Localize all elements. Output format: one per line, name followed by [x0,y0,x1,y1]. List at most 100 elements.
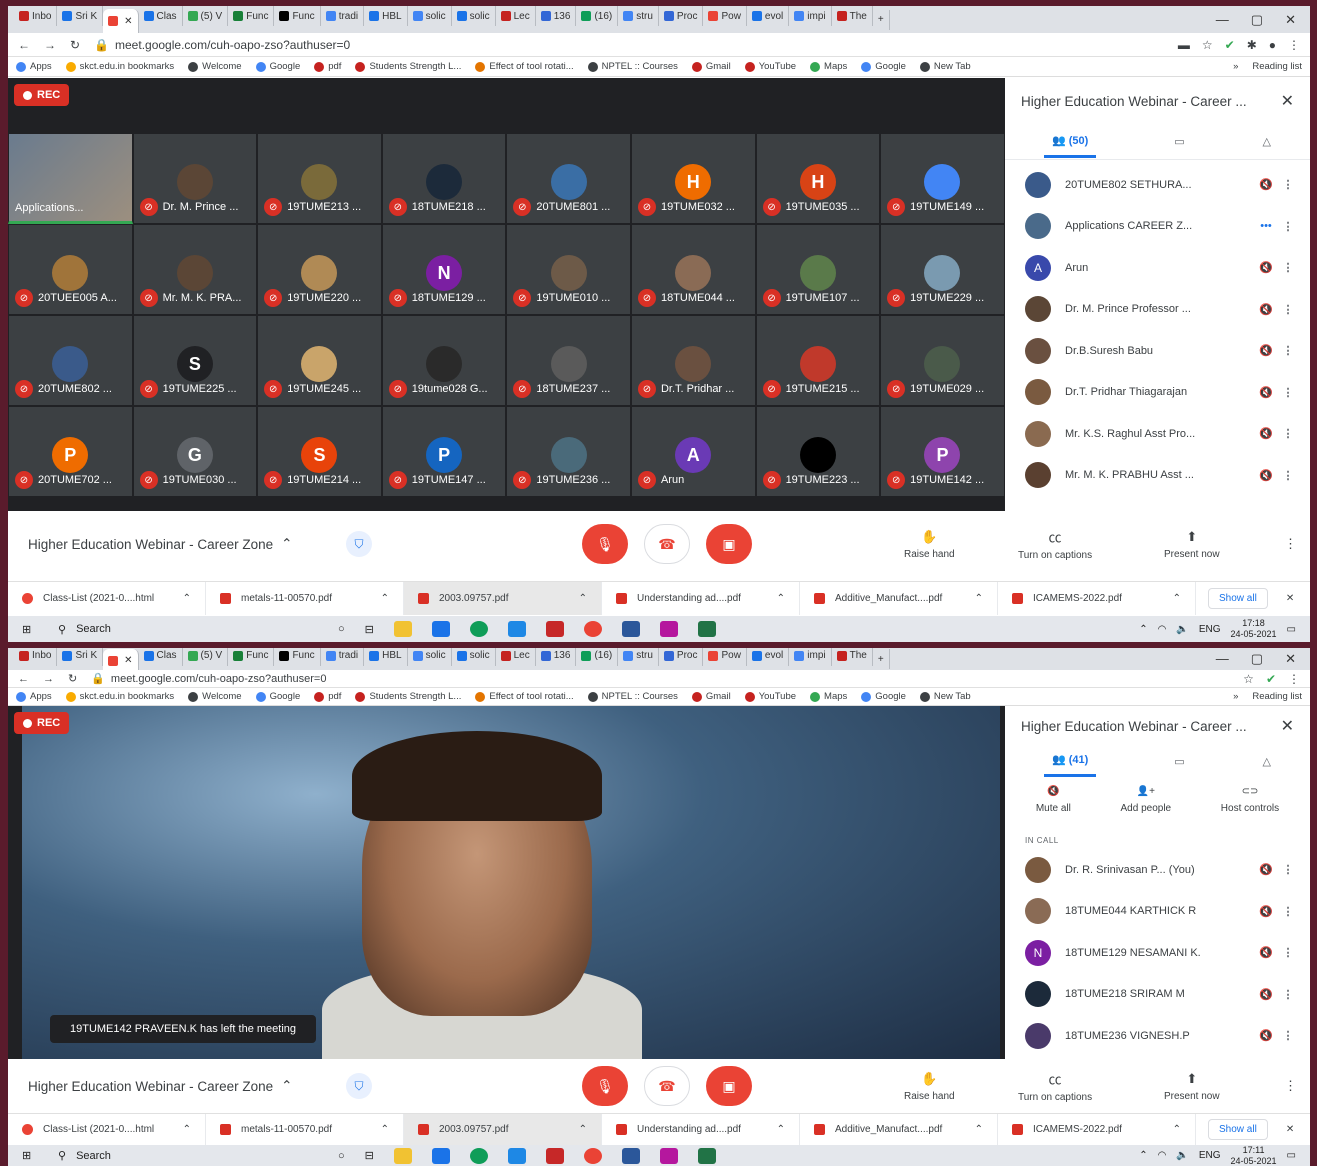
check-extension-icon[interactable]: ✔ [1266,672,1276,686]
chevron-up-icon[interactable]: ⌃ [975,1124,983,1135]
browser-tab[interactable]: Func [274,6,321,26]
participant-tile[interactable]: ⊘ 19TUME220 ... [257,224,382,315]
close-panel-icon[interactable]: ✕ [1281,716,1294,736]
browser-tab[interactable]: Proc [659,6,704,26]
participant-tile[interactable]: P ⊘ 20TUME702 ... [8,406,133,497]
chevron-up-icon[interactable]: ⌃ [381,593,389,604]
more-options-icon[interactable]: ⋮ [1280,303,1296,316]
download-item[interactable]: Additive_Manufact....pdf ⌃ [800,1114,998,1145]
close-panel-icon[interactable]: ✕ [1281,91,1294,111]
star-icon[interactable]: ☆ [1202,38,1213,52]
app-icon[interactable] [659,621,678,637]
camera-icon[interactable]: ▬ [1178,38,1190,52]
activities-icon[interactable]: △ [1263,755,1271,768]
file-explorer-icon[interactable] [393,1147,412,1164]
participant-tile[interactable]: ⊘ 19TUME107 ... [755,224,881,315]
browser-tab[interactable]: Pow [703,648,747,666]
more-bookmarks-chevron[interactable]: » [1233,61,1238,72]
camera-toggle-button[interactable]: ▣ [706,1066,752,1106]
add-people-button[interactable]: 👤+ Add people [1121,786,1172,814]
participant-tile[interactable]: ⊘ 18TUME044 ... [630,224,756,315]
app-icon[interactable] [659,1147,678,1164]
cortana-icon[interactable]: ○ [338,1150,345,1162]
excel-icon[interactable] [697,1147,716,1164]
browser-tab[interactable]: (16) [576,648,619,666]
notifications-icon[interactable]: ▭ [1287,1150,1296,1161]
bookmark-item[interactable]: Gmail [691,61,731,72]
captions-button[interactable]: ㏄ Turn on captions [1018,527,1092,561]
language-indicator[interactable]: ENG [1199,1150,1221,1161]
word-icon[interactable] [621,1147,640,1164]
more-options-icon[interactable]: ⋮ [1280,220,1296,233]
browser-tab[interactable]: ✕ [103,9,139,33]
more-bookmarks-chevron[interactable]: » [1233,691,1238,702]
browser-tab[interactable]: impi [789,6,832,26]
bookmark-item[interactable]: Google [255,61,300,72]
reload-icon[interactable]: ↻ [68,672,77,685]
word-icon[interactable] [621,621,640,637]
more-options-icon[interactable]: ⋮ [1280,1029,1296,1042]
browser-tab[interactable]: Sri K [57,648,104,666]
browser-tab[interactable]: (5) V [183,648,229,666]
bookmark-item[interactable]: Google [861,691,906,702]
more-options-icon[interactable]: ⋮ [1280,905,1296,918]
bookmark-item[interactable]: skct.edu.in bookmarks [65,691,174,702]
more-options-icon[interactable]: ⋮ [1280,427,1296,440]
taskbar-search[interactable]: ⚲ Search [8,1149,338,1163]
download-item[interactable]: Additive_Manufact....pdf ⌃ [800,582,998,615]
browser-tab[interactable]: solic [452,648,496,666]
browser-tab[interactable]: Func [228,648,275,666]
bookmark-item[interactable]: Google [255,691,300,702]
tab-people[interactable]: 👥 (41) [1043,745,1097,777]
chat-icon[interactable]: ▭ [1174,755,1184,768]
volume-icon[interactable]: 🔈 [1176,1150,1188,1161]
bookmark-item[interactable]: Maps [810,691,847,702]
chevron-up-icon[interactable]: ⌃ [579,1124,587,1135]
language-indicator[interactable]: ENG [1199,624,1221,635]
bookmark-item[interactable]: Google [861,61,906,72]
browser-tab[interactable]: ✕ [103,648,139,670]
maximize-icon[interactable]: ▢ [1251,12,1263,28]
captions-button[interactable]: ㏄ Turn on captions [1018,1069,1092,1103]
star-icon[interactable]: ☆ [1243,672,1254,686]
participant-row[interactable]: Dr. R. Srinivasan P... (You) 🔇 ⋮ [1005,849,1310,891]
browser-tab[interactable]: Inbo [14,6,58,26]
bookmark-item[interactable]: Welcome [188,61,242,72]
new-tab-button[interactable]: + [873,649,890,669]
more-options-icon[interactable]: ⋮ [1284,1078,1297,1094]
participant-row[interactable]: 18TUME236 VIGNESH.P 🔇 ⋮ [1005,1015,1310,1057]
bookmark-item[interactable]: Effect of tool rotati... [475,691,574,702]
raise-hand-button[interactable]: ✋ Raise hand [904,529,955,560]
bookmark-item[interactable]: Students Strength L... [355,691,461,702]
minimize-icon[interactable]: — [1216,12,1229,28]
clock[interactable]: 17:11 24-05-2021 [1231,1145,1277,1166]
participant-tile[interactable]: A ⊘ Arun [630,406,756,497]
bookmark-item[interactable]: NPTEL :: Courses [587,61,678,72]
bookmark-item[interactable]: pdf [314,691,341,702]
notifications-icon[interactable]: ▭ [1287,624,1296,635]
participant-row[interactable]: 18TUME044 KARTHICK R 🔇 ⋮ [1005,891,1310,933]
bookmark-item[interactable]: skct.edu.in bookmarks [65,61,174,72]
wifi-icon[interactable]: ◠ [1158,1150,1167,1161]
participant-row[interactable]: Dr.B.Suresh Babu 🔇 ⋮ [1005,330,1310,372]
browser-tab[interactable]: Clas [139,648,183,666]
reload-icon[interactable]: ↻ [70,38,80,52]
mic-toggle-button[interactable]: 🎙 [582,1066,628,1106]
taskbar-search[interactable]: ⚲ Search [8,623,338,636]
browser-tab[interactable]: solic [452,6,496,26]
participant-tile[interactable]: S ⊘ 19TUME225 ... [132,315,258,406]
participant-row[interactable]: Dr. M. Prince Professor ... 🔇 ⋮ [1005,289,1310,331]
download-item[interactable]: ICAMEMS-2022.pdf ⌃ [998,582,1196,615]
participant-tile[interactable]: N ⊘ 18TUME129 ... [381,224,507,315]
participant-tile[interactable]: ⊘ 19TUME245 ... [257,315,382,406]
clock[interactable]: 17:18 24-05-2021 [1231,618,1277,640]
chevron-up-icon[interactable]: ⌃ [975,593,983,604]
forward-icon[interactable]: → [43,673,54,685]
meeting-details[interactable]: Higher Education Webinar - Career Zone ⌃ [28,1078,292,1094]
chrome-icon[interactable] [583,1147,602,1164]
mail-icon[interactable] [431,1147,450,1164]
browser-tab[interactable]: Func [274,648,321,666]
participant-tile[interactable]: ⊘ 18TUME218 ... [381,133,507,224]
bookmark-item[interactable]: New Tab [919,691,971,702]
maximize-icon[interactable]: ▢ [1251,651,1263,667]
